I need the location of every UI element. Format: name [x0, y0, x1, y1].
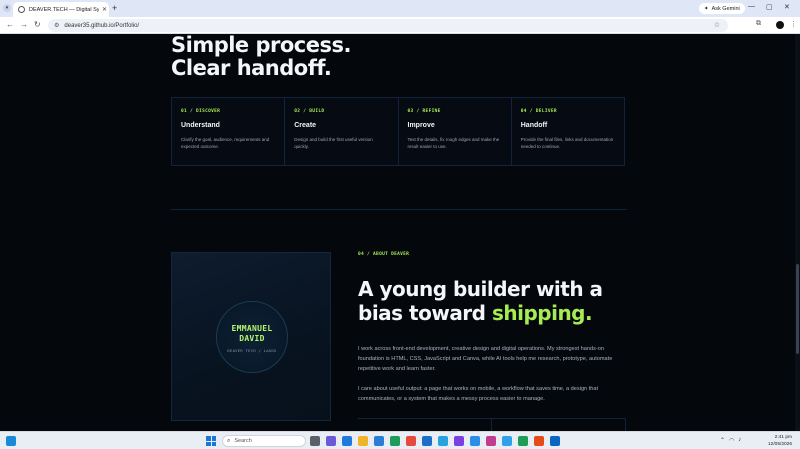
taskbar-app-icon[interactable]: [502, 436, 512, 446]
step-title: Handoff: [520, 122, 548, 129]
about-heading-accent: shipping.: [491, 301, 593, 325]
system-tray: ⌃ ◠ ♪: [720, 437, 741, 444]
taskbar-app-icon[interactable]: [454, 436, 464, 446]
step-kicker: 03 / REFINE: [407, 109, 441, 114]
start-button[interactable]: [206, 436, 216, 446]
chevron-up-icon[interactable]: ⌃: [720, 437, 725, 444]
clock-date: 12/05/2026: [767, 442, 792, 447]
taskbar-app-icon[interactable]: [358, 436, 368, 446]
site-info-icon[interactable]: ⚙: [54, 22, 59, 29]
url-bar[interactable]: ⚙ deaver35.github.io/Portfolio/ ☆: [48, 19, 728, 32]
step-description: Test the details, fix rough edges and ma…: [407, 137, 500, 149]
page-scrollbar[interactable]: [795, 34, 800, 431]
ask-gemini-button[interactable]: ✦ Ask Gemini: [699, 3, 745, 14]
process-heading: Simple process. Clear handoff.: [171, 34, 351, 80]
process-heading-line1: Simple process.: [171, 34, 351, 57]
taskbar-app-icon[interactable]: [326, 436, 336, 446]
taskbar-app-icon[interactable]: [310, 436, 320, 446]
widgets-icon[interactable]: [6, 436, 16, 446]
browser-tab[interactable]: DEAVER.TECH — Digital System ✕: [13, 2, 109, 17]
step-card: 04 / DELIVER Handoff Provide the final f…: [511, 98, 624, 165]
search-label: Search: [234, 438, 252, 444]
forward-arrow-icon[interactable]: →: [20, 20, 28, 29]
new-tab-button[interactable]: +: [112, 3, 117, 13]
taskbar-app-icon[interactable]: [390, 436, 400, 446]
volume-icon[interactable]: ♪: [738, 437, 741, 444]
portrait-card: EMMANUEL DAVID DEAVER TECH / LAGOS: [171, 252, 331, 421]
portrait-name-line2: DAVID: [239, 334, 265, 343]
taskbar-app-icon[interactable]: [422, 436, 432, 446]
taskbar-app-icon[interactable]: [342, 436, 352, 446]
section-divider: [171, 209, 627, 210]
ask-gemini-label: Ask Gemini: [711, 5, 740, 12]
step-title: Improve: [407, 122, 435, 129]
about-stats-row: [358, 418, 626, 431]
portrait-name: EMMANUEL DAVID: [172, 324, 332, 344]
menu-kebab-icon[interactable]: ⋮: [790, 20, 797, 28]
os-taskbar: ⌕ Search ⌃ ◠ ♪ 2:41 pm 12/05/2026: [0, 431, 800, 449]
url-text: deaver35.github.io/Portfolio/: [64, 22, 140, 29]
address-toolbar: ← → ↻ ⚙ deaver35.github.io/Portfolio/ ☆ …: [0, 17, 800, 34]
stat-card: [492, 419, 626, 431]
step-card: 02 / BUILD Create Design and build the f…: [285, 98, 399, 165]
about-paragraph: I care about useful output: a page that …: [358, 386, 599, 402]
step-card: 01 / DISCOVER Understand Clarify the goa…: [172, 98, 286, 165]
taskbar-app-icon[interactable]: [374, 436, 384, 446]
step-kicker: 02 / BUILD: [294, 109, 325, 114]
taskbar-app-icon[interactable]: [518, 436, 528, 446]
maximize-button[interactable]: ▢: [766, 3, 773, 11]
clock-time: 2:41 pm: [774, 435, 792, 440]
taskbar-app-icon[interactable]: [438, 436, 448, 446]
step-title: Understand: [181, 122, 220, 129]
web-page: Simple process. Clear handoff. 01 / DISC…: [0, 34, 800, 431]
reload-icon[interactable]: ↻: [34, 20, 41, 29]
about-kicker: 04 / ABOUT DEAVER: [358, 252, 410, 257]
profile-avatar[interactable]: [776, 21, 784, 29]
process-heading-line2: Clear handoff.: [171, 56, 332, 80]
globe-icon: [18, 6, 25, 13]
step-kicker: 04 / DELIVER: [520, 109, 557, 114]
stat-card: [358, 419, 492, 431]
about-heading: A young builder with a bias toward shipp…: [358, 277, 638, 325]
step-title: Create: [294, 122, 317, 129]
portrait-name-line1: EMMANUEL: [231, 324, 273, 333]
taskbar-clock[interactable]: 2:41 pm 12/05/2026: [758, 434, 792, 448]
taskbar-app-icon[interactable]: [486, 436, 496, 446]
close-window-button[interactable]: ✕: [784, 3, 790, 11]
sparkle-icon: ✦: [704, 5, 709, 12]
taskbar-search[interactable]: ⌕ Search: [222, 435, 306, 447]
bookmark-star-icon[interactable]: ☆: [714, 21, 720, 29]
process-steps: 01 / DISCOVER Understand Clarify the goa…: [171, 97, 625, 166]
about-paragraph: I work across front-end development, cre…: [358, 346, 613, 372]
tab-close-icon[interactable]: ✕: [102, 6, 107, 13]
tab-title: DEAVER.TECH — Digital System: [29, 6, 99, 13]
taskbar-app-icon[interactable]: [550, 436, 560, 446]
taskbar-app-icon[interactable]: [406, 436, 416, 446]
step-card: 03 / REFINE Improve Test the details, fi…: [398, 98, 512, 165]
minimize-button[interactable]: —: [748, 3, 755, 10]
step-description: Clarify the goal, audience, requirements…: [181, 137, 270, 149]
step-description: Design and build the first useful versio…: [294, 137, 373, 149]
back-arrow-icon[interactable]: ←: [6, 20, 14, 29]
search-icon: ⌕: [227, 437, 231, 444]
step-kicker: 01 / DISCOVER: [181, 109, 221, 114]
wifi-icon[interactable]: ◠: [729, 437, 734, 444]
pinned-apps: [310, 436, 560, 446]
step-description: Provide the final files, links and docum…: [520, 137, 614, 149]
taskbar-app-icon[interactable]: [534, 436, 544, 446]
portrait-role: DEAVER TECH / LAGOS: [227, 348, 277, 353]
tab-search-icon[interactable]: ▾: [3, 4, 11, 12]
taskbar-app-icon[interactable]: [470, 436, 480, 446]
scrollbar-thumb[interactable]: [796, 264, 799, 354]
browser-tab-bar: ▾ DEAVER.TECH — Digital System ✕ + ✦ Ask…: [0, 0, 800, 17]
extensions-icon[interactable]: ⧉: [756, 20, 761, 28]
